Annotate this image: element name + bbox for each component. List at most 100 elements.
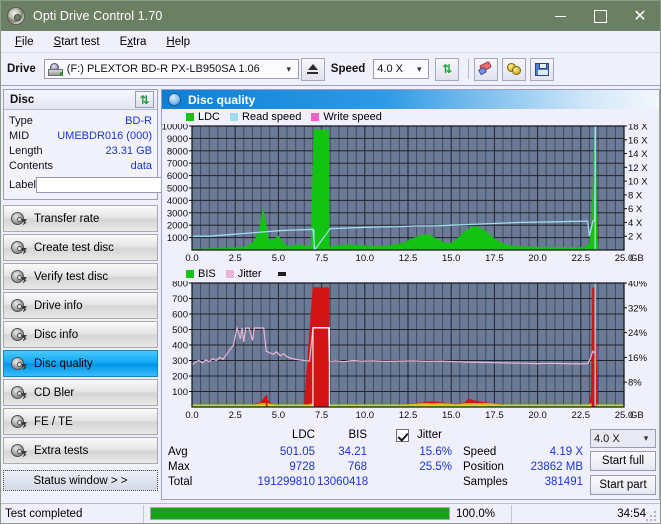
- sidebar-item-label: Disc info: [34, 328, 79, 341]
- status-window-label: Status window > >: [33, 474, 128, 487]
- menu-help[interactable]: Help: [160, 34, 200, 50]
- svg-text:12.5: 12.5: [399, 410, 418, 421]
- svg-text:0.0: 0.0: [185, 410, 198, 421]
- jitter-avg-value: 15.6%: [419, 446, 452, 458]
- sidebar-item-label: FE / TE: [34, 415, 73, 428]
- menu-bar: File Start test Extra Help: [1, 31, 660, 53]
- erase-button[interactable]: [474, 57, 499, 81]
- disc-row-mid: MID UMEBDR016 (000): [9, 128, 152, 143]
- svg-text:9000: 9000: [167, 134, 188, 145]
- disc-icon: [10, 269, 27, 284]
- legend-label-read-speed: Read speed: [242, 110, 302, 123]
- position-stat-label: Position: [463, 461, 504, 473]
- toolbar-divider: [468, 59, 470, 79]
- menu-start-test[interactable]: Start test: [48, 34, 110, 50]
- disc-icon: [10, 443, 27, 458]
- svg-text:24%: 24%: [628, 328, 648, 339]
- disc-icon: [10, 211, 27, 226]
- test-speed-select[interactable]: 4.0 X ▾: [590, 429, 656, 448]
- svg-text:15.0: 15.0: [442, 410, 461, 421]
- legend-swatch-bis: [186, 269, 194, 278]
- minimize-button[interactable]: [540, 1, 580, 31]
- disc-row-contents: Contents data: [9, 158, 152, 173]
- svg-text:100: 100: [172, 387, 188, 398]
- stats-row-max-key: Max: [168, 461, 190, 473]
- disc-row-length-value: 23.31 GB: [105, 144, 152, 157]
- ldc-chart: LDC Read speed Write speed 10000 9000 8000…: [162, 109, 659, 266]
- disc-refresh-button[interactable]: ⇅: [135, 91, 154, 108]
- stats-row-total-key: Total: [168, 476, 193, 488]
- save-button[interactable]: [530, 57, 555, 81]
- elapsed-time: 34:54: [617, 507, 646, 520]
- svg-text:10.0: 10.0: [356, 253, 375, 264]
- svg-text:32%: 32%: [628, 303, 648, 314]
- coins-button[interactable]: [502, 57, 527, 81]
- menu-help-label: elp: [174, 35, 191, 48]
- save-icon: [535, 62, 550, 76]
- sidebar-item-fe-te[interactable]: FE / TE: [3, 408, 158, 435]
- svg-text:18 X: 18 X: [628, 124, 648, 133]
- sidebar-item-create-test-disc[interactable]: Create test disc: [3, 234, 158, 261]
- disc-panel-title: Disc: [10, 93, 35, 106]
- status-window-button[interactable]: Status window > >: [3, 470, 158, 491]
- chevron-down-icon: ▾: [286, 63, 292, 74]
- progress-bar: [150, 507, 450, 520]
- resize-grip[interactable]: [646, 509, 658, 521]
- start-full-button[interactable]: Start full: [590, 451, 656, 471]
- svg-text:10 X: 10 X: [628, 177, 648, 188]
- sidebar-item-disc-info[interactable]: Disc info: [3, 321, 158, 348]
- svg-text:800: 800: [172, 281, 188, 290]
- sidebar-item-extra-tests[interactable]: Extra tests: [3, 437, 158, 464]
- menu-file-label: ile: [22, 35, 34, 48]
- close-icon[interactable]: ✕: [620, 1, 660, 31]
- sidebar-item-transfer-rate[interactable]: Transfer rate: [3, 205, 158, 232]
- sidebar: Disc ⇅ Type BD-R MID UMEBDR016 (000) Len…: [3, 89, 237, 500]
- svg-text:10.0: 10.0: [356, 410, 375, 421]
- sidebar-item-disc-quality[interactable]: Disc quality: [3, 350, 158, 377]
- content-header: Disc quality: [162, 90, 659, 109]
- disc-label-key: Label: [9, 179, 36, 191]
- svg-text:400: 400: [172, 341, 188, 352]
- menu-extra[interactable]: Extra: [114, 34, 157, 50]
- sidebar-item-label: Extra tests: [34, 444, 89, 457]
- svg-text:8000: 8000: [167, 146, 188, 157]
- svg-text:20.0: 20.0: [528, 410, 547, 421]
- app-disc-icon: [7, 7, 25, 25]
- samples-stat-value: 381491: [544, 476, 583, 488]
- stats-row-avg-bis: 34.21: [338, 446, 367, 458]
- svg-text:700: 700: [172, 294, 188, 305]
- svg-text:2 X: 2 X: [628, 232, 643, 243]
- speed-label: Speed: [330, 63, 366, 75]
- svg-text:17.5: 17.5: [485, 410, 504, 421]
- maximize-button[interactable]: [580, 1, 620, 31]
- svg-text:16 X: 16 X: [628, 135, 648, 146]
- speed-select[interactable]: 4.0 X ▾: [373, 59, 430, 79]
- bis-chart-legend: BIS Jitter: [162, 266, 659, 281]
- jitter-checkbox[interactable]: [396, 429, 409, 442]
- sidebar-item-drive-info[interactable]: Drive info: [3, 292, 158, 319]
- disc-row-type-key: Type: [9, 114, 33, 127]
- stats-panel: LDC BIS Avg 501.05 34.21 Max 9728 768 To…: [162, 427, 659, 499]
- menu-file[interactable]: File: [9, 34, 44, 50]
- sidebar-item-label: Create test disc: [34, 241, 114, 254]
- legend-label-jitter: Jitter: [237, 267, 262, 280]
- drive-select[interactable]: (F:) PLEXTOR BD-R PX-LB950SA 1.06 ▾: [43, 59, 299, 79]
- app-window: Opti Drive Control 1.70 ✕ File Start tes…: [0, 0, 661, 524]
- svg-text:12.5: 12.5: [399, 253, 418, 264]
- status-bar: Test completed 100.0% 34:54: [1, 503, 660, 523]
- start-part-label: Start part: [599, 479, 647, 491]
- stats-row-avg-ldc: 501.05: [279, 446, 315, 458]
- sidebar-item-verify-test-disc[interactable]: Verify test disc: [3, 263, 158, 290]
- stats-row-max-bis: 768: [347, 461, 367, 473]
- svg-text:1000: 1000: [167, 233, 188, 244]
- sidebar-item-cd-bler[interactable]: CD Bler: [3, 379, 158, 406]
- svg-text:5.0: 5.0: [272, 253, 285, 264]
- svg-text:22.5: 22.5: [572, 410, 591, 421]
- svg-text:40%: 40%: [628, 281, 648, 290]
- svg-text:16%: 16%: [628, 353, 648, 364]
- svg-text:17.5: 17.5: [485, 253, 504, 264]
- refresh-button[interactable]: ⇅: [435, 57, 460, 81]
- eject-button[interactable]: [300, 57, 325, 81]
- start-part-button[interactable]: Start part: [590, 475, 656, 495]
- legend-label-write-speed: Write speed: [323, 110, 382, 123]
